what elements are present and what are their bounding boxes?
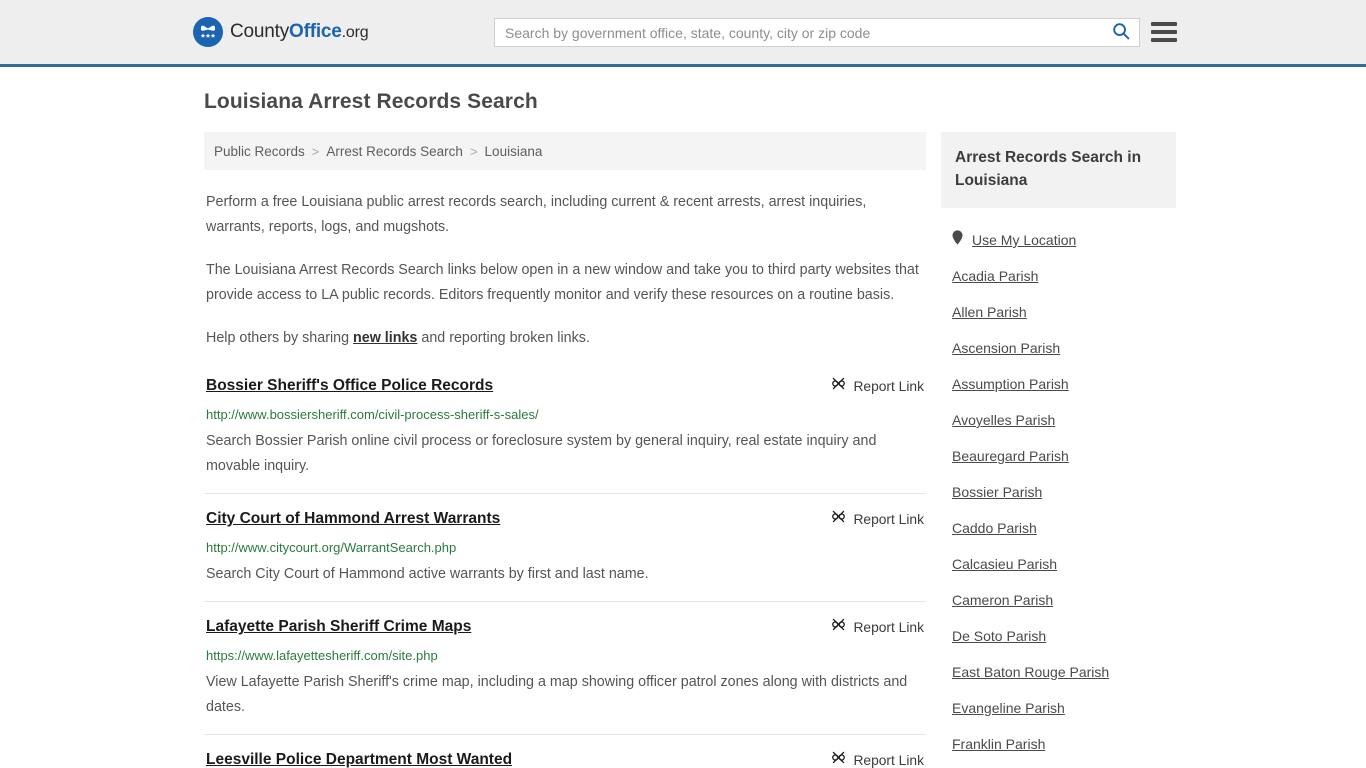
report-link-label: Report Link <box>853 512 924 527</box>
result-item: Lafayette Parish Sheriff Crime Maps Repo… <box>204 601 926 734</box>
parish-link[interactable]: Acadia Parish <box>952 268 1038 284</box>
use-my-location-link[interactable]: Use My Location <box>972 232 1076 248</box>
parish-link[interactable]: Caddo Parish <box>952 520 1037 536</box>
intro-paragraph-2: The Louisiana Arrest Records Search link… <box>206 262 919 303</box>
result-description: View Lafayette Parish Sheriff's crime ma… <box>206 674 908 715</box>
sidebar-item-parish[interactable]: Allen Parish <box>952 294 1176 330</box>
menu-bar-1 <box>1151 22 1177 26</box>
sidebar-item-parish[interactable]: Avoyelles Parish <box>952 402 1176 438</box>
broken-link-icon <box>831 376 846 398</box>
sidebar-heading: Arrest Records Search in Louisiana <box>955 149 1142 189</box>
report-link-button[interactable]: Report Link <box>831 750 924 768</box>
result-item: Bossier Sheriff's Office Police Records … <box>204 369 926 493</box>
report-link-label: Report Link <box>853 753 924 768</box>
sidebar-item-parish[interactable]: Acadia Parish <box>952 258 1176 294</box>
logo-text-county: County <box>230 21 290 42</box>
report-link-button[interactable]: Report Link <box>831 376 924 398</box>
sidebar-links-list: Use My Location Acadia Parish Allen Pari… <box>941 222 1176 768</box>
sidebar-item-parish[interactable]: Beauregard Parish <box>952 438 1176 474</box>
sidebar-item-parish[interactable]: Grant Parish <box>952 762 1176 768</box>
intro-paragraph-1: Perform a free Louisiana public arrest r… <box>206 194 867 235</box>
breadcrumb-separator: > <box>311 143 320 159</box>
breadcrumb-separator: > <box>469 143 478 159</box>
sidebar-item-parish[interactable]: Ascension Parish <box>952 330 1176 366</box>
parish-link[interactable]: Assumption Parish <box>952 376 1069 392</box>
parish-link[interactable]: Ascension Parish <box>952 340 1060 356</box>
breadcrumb: Public Records > Arrest Records Search >… <box>204 132 926 170</box>
logo-text-office: Office <box>289 21 342 42</box>
menu-bar-2 <box>1151 30 1177 34</box>
parish-link[interactable]: Avoyelles Parish <box>952 412 1055 428</box>
result-url-link[interactable]: http://www.citycourt.org/WarrantSearch.p… <box>206 539 924 556</box>
sidebar-item-parish[interactable]: Cameron Parish <box>952 582 1176 618</box>
sidebar-item-parish[interactable]: Evangeline Parish <box>952 690 1176 726</box>
report-link-button[interactable]: Report Link <box>831 617 924 639</box>
sidebar-item-parish[interactable]: East Baton Rouge Parish <box>952 654 1176 690</box>
result-title-link[interactable]: Lafayette Parish Sheriff Crime Maps <box>206 616 483 638</box>
intro-text-before-link: Help others by sharing <box>206 330 354 346</box>
parish-link[interactable]: Calcasieu Parish <box>952 556 1057 572</box>
search-bar <box>494 18 1140 47</box>
results-list: Bossier Sheriff's Office Police Records … <box>204 369 926 768</box>
broken-link-icon <box>831 617 846 639</box>
broken-link-icon <box>831 750 846 768</box>
parish-link[interactable]: Evangeline Parish <box>952 700 1065 716</box>
result-header: Bossier Sheriff's Office Police Records … <box>206 375 924 398</box>
parish-link[interactable]: East Baton Rouge Parish <box>952 664 1109 680</box>
result-description: Search City Court of Hammond active warr… <box>206 566 649 582</box>
result-title-link[interactable]: Leesville Police Department Most Wanted <box>206 749 524 768</box>
result-title-link[interactable]: Bossier Sheriff's Office Police Records <box>206 375 505 397</box>
menu-bar-3 <box>1151 38 1177 42</box>
map-pin-icon <box>952 229 963 250</box>
result-title-link[interactable]: City Court of Hammond Arrest Warrants <box>206 508 512 530</box>
parish-link[interactable]: Bossier Parish <box>952 484 1042 500</box>
sidebar-item-parish[interactable]: Bossier Parish <box>952 474 1176 510</box>
search-button[interactable] <box>1103 19 1139 46</box>
new-links-link[interactable]: new links <box>353 330 417 346</box>
result-url-link[interactable]: https://www.lafayettesheriff.com/site.ph… <box>206 647 924 664</box>
result-header: Lafayette Parish Sheriff Crime Maps Repo… <box>206 616 924 639</box>
result-url-link[interactable]: http://www.bossiersheriff.com/civil-proc… <box>206 406 924 423</box>
sidebar: Arrest Records Search in Louisiana Use M… <box>941 132 1176 768</box>
site-header: CountyOffice.org <box>0 0 1366 67</box>
intro-text-after-link: and reporting broken links. <box>417 330 590 346</box>
page-title: Louisiana Arrest Records Search <box>204 90 538 113</box>
sidebar-item-parish[interactable]: Calcasieu Parish <box>952 546 1176 582</box>
site-logo[interactable]: CountyOffice.org <box>193 17 369 47</box>
content-columns: Public Records > Arrest Records Search >… <box>204 132 1176 768</box>
sidebar-item-parish[interactable]: De Soto Parish <box>952 618 1176 654</box>
parish-link[interactable]: De Soto Parish <box>952 628 1046 644</box>
search-input[interactable] <box>495 19 1103 46</box>
parish-link[interactable]: Cameron Parish <box>952 592 1053 608</box>
sidebar-item-parish[interactable]: Caddo Parish <box>952 510 1176 546</box>
parish-link[interactable]: Franklin Parish <box>952 736 1045 752</box>
result-header: Leesville Police Department Most Wanted … <box>206 749 924 768</box>
intro-paragraph-3: Help others by sharing new links and rep… <box>206 326 924 351</box>
parish-link[interactable]: Allen Parish <box>952 304 1027 320</box>
breadcrumb-item-public-records[interactable]: Public Records <box>214 144 305 159</box>
search-icon <box>1112 22 1130 43</box>
sidebar-item-parish[interactable]: Franklin Parish <box>952 726 1176 762</box>
broken-link-icon <box>831 509 846 531</box>
breadcrumb-item-louisiana[interactable]: Louisiana <box>485 144 543 159</box>
parish-link[interactable]: Beauregard Parish <box>952 448 1069 464</box>
eagle-shield-icon <box>193 17 223 47</box>
intro-section: Perform a free Louisiana public arrest r… <box>204 190 926 351</box>
hamburger-menu-icon[interactable] <box>1151 19 1177 45</box>
report-link-label: Report Link <box>853 620 924 635</box>
result-item: City Court of Hammond Arrest Warrants Re… <box>204 493 926 601</box>
report-link-label: Report Link <box>853 379 924 394</box>
report-link-button[interactable]: Report Link <box>831 509 924 531</box>
main-column: Public Records > Arrest Records Search >… <box>204 132 926 768</box>
breadcrumb-item-arrest-records-search[interactable]: Arrest Records Search <box>326 144 463 159</box>
result-description: Search Bossier Parish online civil proce… <box>206 433 877 474</box>
sidebar-heading-card: Arrest Records Search in Louisiana <box>941 132 1176 208</box>
page-container: Louisiana Arrest Records Search Public R… <box>0 90 1366 768</box>
sidebar-item-parish[interactable]: Assumption Parish <box>952 366 1176 402</box>
sidebar-item-use-my-location[interactable]: Use My Location <box>952 222 1176 258</box>
result-header: City Court of Hammond Arrest Warrants Re… <box>206 508 924 531</box>
logo-text-org: .org <box>341 24 369 41</box>
site-logo-text: CountyOffice.org <box>230 21 369 43</box>
result-item: Leesville Police Department Most Wanted … <box>204 734 926 768</box>
